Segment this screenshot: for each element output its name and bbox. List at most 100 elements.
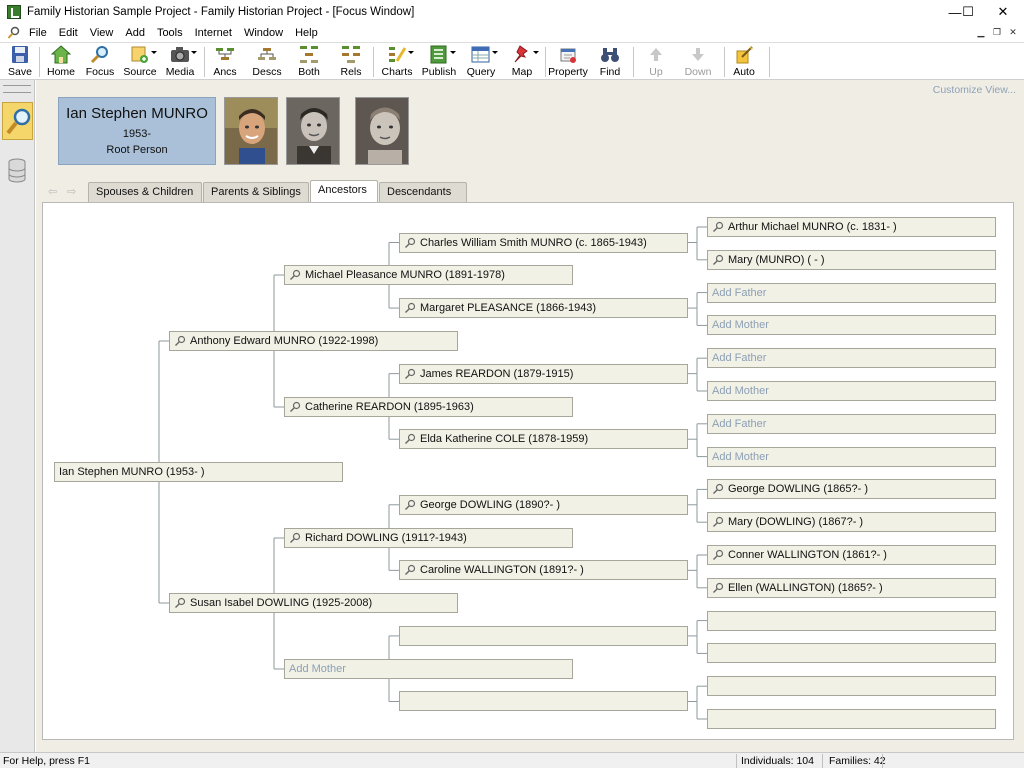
add-parent-box[interactable]: Add Father	[707, 413, 996, 434]
empty-ancestor-box[interactable]	[707, 709, 996, 729]
up-button[interactable]: Up	[645, 44, 667, 80]
magnifier-icon[interactable]	[404, 433, 416, 445]
magnifier-icon[interactable]	[404, 564, 416, 576]
magnifier-icon	[90, 45, 110, 64]
magnifier-icon[interactable]	[404, 237, 416, 249]
tab-parents-siblings[interactable]: Parents & Siblings	[203, 182, 309, 202]
auto-button[interactable]: Auto	[731, 44, 757, 80]
charts-button[interactable]: Charts	[380, 44, 414, 80]
ancestor-box[interactable]: Michael Pleasance MUNRO (1891-1978)	[284, 265, 573, 285]
person-photo-2[interactable]	[286, 97, 340, 165]
magnifier-icon[interactable]	[174, 335, 186, 347]
descendants-button[interactable]: Descs	[250, 44, 284, 80]
back-arrow-icon[interactable]: ⇦	[48, 185, 60, 198]
add-parent-box[interactable]: Add Father	[707, 348, 996, 369]
magnifier-icon[interactable]	[174, 597, 186, 609]
menu-window[interactable]: Window	[238, 27, 289, 39]
mdi-close-icon[interactable]: ✕	[1006, 25, 1020, 39]
ancestor-box[interactable]: George DOWLING (1890?- )	[399, 494, 688, 515]
empty-ancestor-box[interactable]	[707, 676, 996, 697]
save-button[interactable]: Save	[6, 44, 34, 80]
focus-window-button[interactable]	[2, 102, 33, 140]
tab-descendants[interactable]: Descendants	[379, 182, 467, 202]
magnifier-icon[interactable]	[404, 368, 416, 380]
forward-arrow-icon[interactable]: ⇨	[67, 185, 79, 198]
empty-ancestor-box[interactable]	[399, 625, 688, 646]
sidebar-grip[interactable]	[3, 85, 31, 93]
status-individuals: Individuals: 104	[741, 755, 814, 767]
empty-ancestor-box[interactable]	[707, 643, 996, 664]
empty-ancestor-box[interactable]	[399, 691, 688, 712]
ancestor-box[interactable]: Ellen (WALLINGTON) (1865?- )	[707, 577, 996, 598]
charts-icon	[387, 45, 414, 64]
ancestor-box[interactable]: Susan Isabel DOWLING (1925-2008)	[169, 593, 458, 613]
ancestor-box[interactable]: Margaret PLEASANCE (1866-1943)	[399, 298, 688, 319]
property-button[interactable]: Property	[548, 44, 588, 80]
magnifier-icon[interactable]	[289, 269, 301, 281]
magnifier-icon[interactable]	[712, 549, 724, 561]
query-button[interactable]: Query	[466, 44, 498, 80]
magnifier-icon[interactable]	[404, 499, 416, 511]
add-parent-box[interactable]: Add Father	[707, 282, 996, 303]
add-parent-box[interactable]: Add Mother	[707, 381, 996, 401]
find-button[interactable]: Find	[597, 44, 623, 80]
magnifier-icon[interactable]	[712, 483, 724, 495]
add-parent-box[interactable]: Add Mother	[284, 659, 573, 679]
magnifier-icon[interactable]	[712, 254, 724, 266]
ancestor-box[interactable]: Charles William Smith MUNRO (c. 1865-194…	[399, 232, 688, 253]
menu-edit[interactable]: Edit	[53, 27, 84, 39]
ancestor-box[interactable]: Conner WALLINGTON (1861?- )	[707, 545, 996, 565]
menu-add[interactable]: Add	[119, 27, 151, 39]
menu-help[interactable]: Help	[289, 27, 324, 39]
ancestor-box[interactable]: Ian Stephen MUNRO (1953- )	[54, 462, 343, 482]
close-button[interactable]: ✕	[980, 0, 1024, 24]
down-button[interactable]: Down	[683, 44, 713, 80]
root-person-card[interactable]: Ian Stephen MUNRO 1953- Root Person	[58, 97, 216, 165]
add-parent-box[interactable]: Add Mother	[707, 446, 996, 467]
ancestor-box[interactable]: Anthony Edward MUNRO (1922-1998)	[169, 331, 458, 351]
ancestor-box[interactable]: Arthur Michael MUNRO (c. 1831- )	[707, 217, 996, 237]
person-photo-1[interactable]	[224, 97, 278, 165]
magnifier-icon[interactable]	[712, 221, 724, 233]
both-button[interactable]: Both	[295, 44, 323, 80]
person-photo-3[interactable]	[355, 97, 409, 165]
add-parent-box[interactable]: Add Mother	[707, 315, 996, 336]
customize-view-link[interactable]: Customize View...	[933, 84, 1016, 96]
empty-ancestor-box[interactable]	[707, 610, 996, 631]
menu-view[interactable]: View	[84, 27, 120, 39]
records-window-button[interactable]	[2, 154, 33, 188]
ancestor-box[interactable]: James REARDON (1879-1915)	[399, 363, 688, 384]
ancestor-box[interactable]: George DOWLING (1865?- )	[707, 479, 996, 500]
menu-file[interactable]: File	[23, 27, 53, 39]
ancestor-box[interactable]: Richard DOWLING (1911?-1943)	[284, 528, 573, 548]
magnifier-icon[interactable]	[289, 401, 301, 413]
down-arrow-icon	[688, 45, 708, 64]
ancestor-box[interactable]: Catherine REARDON (1895-1963)	[284, 397, 573, 417]
magnifier-icon[interactable]	[712, 516, 724, 528]
ancestors-button[interactable]: Ancs	[210, 44, 240, 80]
mdi-minimize-icon[interactable]: ▁	[974, 25, 988, 39]
mdi-restore-icon[interactable]: ❐	[990, 25, 1004, 39]
menu-tools[interactable]: Tools	[151, 27, 189, 39]
relations-button[interactable]: Rels	[337, 44, 365, 80]
ancestor-box[interactable]: Mary (DOWLING) (1867?- )	[707, 512, 996, 533]
ancestor-name: Ian Stephen MUNRO (1953- )	[59, 466, 205, 478]
ancestor-box[interactable]: Elda Katherine COLE (1878-1959)	[399, 429, 688, 450]
magnifier-icon[interactable]	[289, 532, 301, 544]
magnifier-icon[interactable]	[712, 582, 724, 594]
property-box-icon	[558, 45, 578, 64]
publish-button[interactable]: Publish	[422, 44, 456, 80]
ancestor-box[interactable]: Mary (MUNRO) ( - )	[707, 249, 996, 270]
tab-ancestors[interactable]: Ancestors	[310, 180, 378, 202]
media-button[interactable]: Media	[164, 44, 197, 80]
source-button[interactable]: Source	[123, 44, 157, 80]
focus-button[interactable]: Focus	[84, 44, 116, 80]
menu-internet[interactable]: Internet	[189, 27, 238, 39]
home-button[interactable]: Home	[44, 44, 78, 80]
tab-spouses-children[interactable]: Spouses & Children	[88, 182, 202, 202]
magnifier-icon[interactable]	[404, 302, 416, 314]
ancestor-name: Caroline WALLINGTON (1891?- )	[420, 564, 584, 577]
ancestor-box[interactable]: Caroline WALLINGTON (1891?- )	[399, 560, 688, 581]
ancestor-name: Add Mother	[712, 319, 769, 332]
map-button[interactable]: Map	[508, 44, 539, 80]
